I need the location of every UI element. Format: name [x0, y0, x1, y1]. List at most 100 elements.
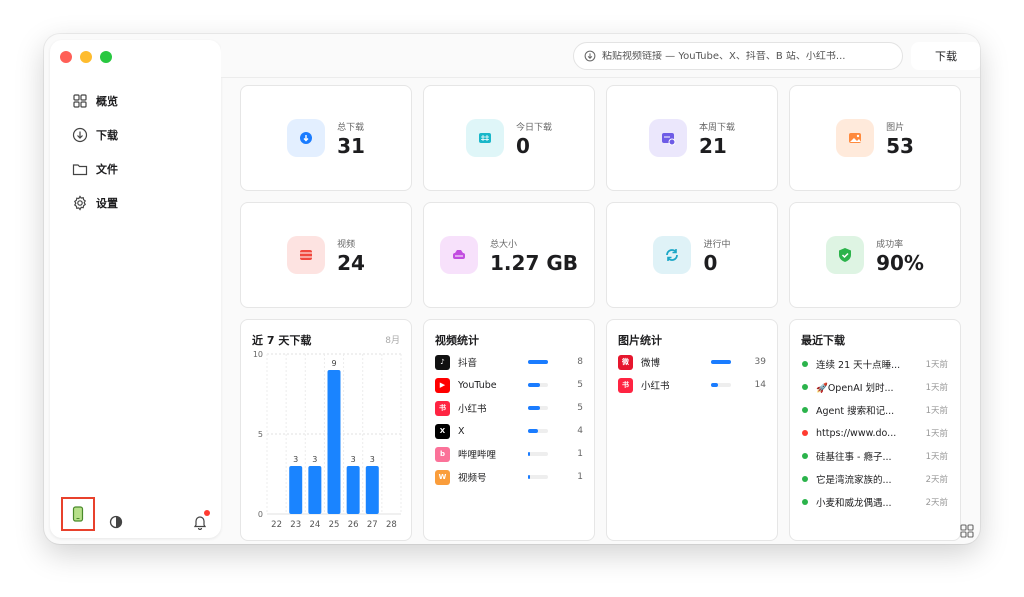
- sidebar-item-overview[interactable]: 概览: [72, 84, 118, 118]
- panel-title: 图片统计: [618, 334, 662, 347]
- youtube-icon: ▶: [435, 377, 450, 393]
- stat-card-success-rate: 成功率 90%: [789, 202, 961, 308]
- platform-name: 小红书: [458, 404, 487, 415]
- sidebar-item-files[interactable]: 文件: [72, 152, 118, 186]
- sidebar-item-settings[interactable]: 设置: [72, 186, 118, 220]
- download-time: 2天前: [925, 475, 948, 485]
- x-tick-label: 24: [309, 520, 320, 530]
- video-url-input[interactable]: [602, 50, 892, 62]
- platform-count: 8: [577, 357, 583, 367]
- bar-26: [346, 466, 360, 514]
- recent-downloads-panel: 最近下载 连续 21 天十点睡... 1天前 🚀OpenAI 划时... 1天前 Age…: [789, 319, 961, 541]
- download-circle-icon: [72, 127, 88, 143]
- share-bar: [528, 452, 548, 456]
- status-dot: [802, 453, 808, 459]
- platform-row[interactable]: W 视频号 1: [435, 468, 583, 486]
- share-bar-fill: [528, 475, 531, 479]
- video-stats-panel: 视频统计 ♪ 抖音 8 ▶ YouTube 5 书小红书 5 X X 4 b 哔哩哔哩 1 W 视频号 1: [423, 319, 595, 541]
- platform-count: 4: [577, 426, 583, 436]
- stat-label: 今日下载: [515, 122, 552, 133]
- stat-value: 0: [515, 133, 530, 158]
- recent-download-item[interactable]: 🚀OpenAI 划时... 1天前: [802, 378, 948, 396]
- sidebar: 概览 下载 文件 设置: [50, 40, 221, 538]
- minimize-window-button[interactable]: [80, 51, 92, 63]
- film-icon: [287, 236, 326, 274]
- gear-icon: [74, 195, 86, 211]
- sidebar-item-downloads[interactable]: 下载: [72, 118, 118, 152]
- platform-name: 微博: [641, 358, 661, 369]
- top-toolbar: 下载: [221, 34, 980, 78]
- stat-value: 21: [698, 133, 727, 158]
- platform-row[interactable]: 微微博 39: [618, 353, 766, 371]
- platform-count: 1: [577, 449, 583, 459]
- weekly-downloads-panel: 近 7 天下载 8月 10 5 0 22 3 23 3 24 9 25 3 26 3 27 28: [240, 319, 412, 541]
- xiaohongshu-icon: 书: [435, 400, 450, 416]
- share-bar-fill: [711, 383, 719, 387]
- download-circle-icon: [584, 50, 596, 62]
- recent-download-item[interactable]: 它是湾流家族的... 2天前: [802, 470, 948, 488]
- status-dot: [802, 476, 808, 482]
- recent-download-item[interactable]: Agent 搜索和记... 1天前: [802, 401, 948, 419]
- download-title: https://www.do...: [816, 427, 897, 439]
- platform-count: 5: [577, 380, 583, 390]
- download-time: 1天前: [925, 452, 948, 462]
- bar-25: [327, 370, 341, 514]
- status-dot: [802, 407, 808, 413]
- zoom-window-button[interactable]: [100, 51, 112, 63]
- share-bar: [528, 406, 548, 410]
- platform-row[interactable]: ▶ YouTube 5: [435, 376, 583, 394]
- recent-download-item[interactable]: 小麦和威龙偶遇... 2天前: [802, 493, 948, 511]
- recent-download-item[interactable]: 硅基往事 - 瘾子... 1天前: [802, 447, 948, 465]
- folder-icon: [72, 164, 88, 176]
- x-tick-label: 23: [290, 520, 301, 530]
- download-time: 1天前: [925, 360, 948, 370]
- platform-count: 1: [577, 472, 583, 482]
- close-window-button[interactable]: [60, 51, 72, 63]
- refresh-icon: [653, 236, 692, 274]
- platform-row[interactable]: XX 4: [435, 422, 583, 440]
- bell-icon[interactable]: [192, 514, 208, 530]
- sidebar-nav: 概览 下载 文件 设置: [72, 84, 118, 220]
- stat-card-total-size: 总大小 1.27 GB: [423, 202, 595, 308]
- stat-value: 90%: [876, 250, 924, 275]
- platform-row[interactable]: b 哔哩哔哩 1: [435, 445, 583, 463]
- share-bar: [528, 475, 548, 479]
- stat-card-images: 图片 53: [789, 85, 961, 191]
- sidebar-item-label: 设置: [96, 197, 118, 210]
- drive-icon: [440, 236, 479, 274]
- platform-count: 39: [754, 357, 766, 367]
- platform-row[interactable]: 书小红书 5: [435, 399, 583, 417]
- recent-download-item[interactable]: 连续 21 天十点睡... 1天前: [802, 355, 948, 373]
- theme-toggle-icon[interactable]: [109, 515, 123, 529]
- platform-row[interactable]: 书小红书 14: [618, 376, 766, 394]
- recent-download-item[interactable]: https://www.do... 1天前: [802, 424, 948, 442]
- channels-icon: W: [435, 469, 450, 485]
- phone-icon: [72, 506, 84, 522]
- grid-view-icon[interactable]: [960, 524, 974, 538]
- weibo-icon: 微: [618, 354, 633, 370]
- download-title: 小麦和威龙偶遇...: [816, 498, 892, 509]
- stat-card-week-downloads: 本周下载 21: [606, 85, 778, 191]
- download-time: 1天前: [925, 383, 948, 393]
- stat-value: 24: [337, 250, 365, 275]
- bilibili-icon: b: [435, 446, 450, 462]
- panel-title: 最近下载: [801, 334, 845, 347]
- download-title: 它是湾流家族的...: [816, 475, 892, 486]
- download-title: 连续 21 天十点睡...: [816, 360, 901, 371]
- mobile-device-button[interactable]: [61, 497, 95, 531]
- panel-title: 视频统计: [435, 334, 479, 347]
- stat-label: 本周下载: [698, 122, 735, 133]
- y-tick-label: 10: [253, 350, 263, 359]
- bar-chart: 10 5 0 22 3 23 3 24 9 25 3 26 3 27 28: [253, 350, 402, 530]
- download-button[interactable]: 下载: [911, 42, 980, 70]
- url-input-container[interactable]: [573, 42, 903, 70]
- share-bar: [528, 429, 548, 433]
- x-tick-label: 28: [386, 520, 397, 530]
- platform-row[interactable]: ♪ 抖音 8: [435, 353, 583, 371]
- stat-card-today-downloads: 今日下载 0: [423, 85, 595, 191]
- stat-card-in-progress: 进行中 0: [606, 202, 778, 308]
- status-dot: [802, 430, 808, 436]
- data-label: 3: [370, 455, 375, 464]
- share-bar-fill: [711, 360, 731, 364]
- image-stats-panel: 图片统计 微微博 39 书小红书 14: [606, 319, 778, 541]
